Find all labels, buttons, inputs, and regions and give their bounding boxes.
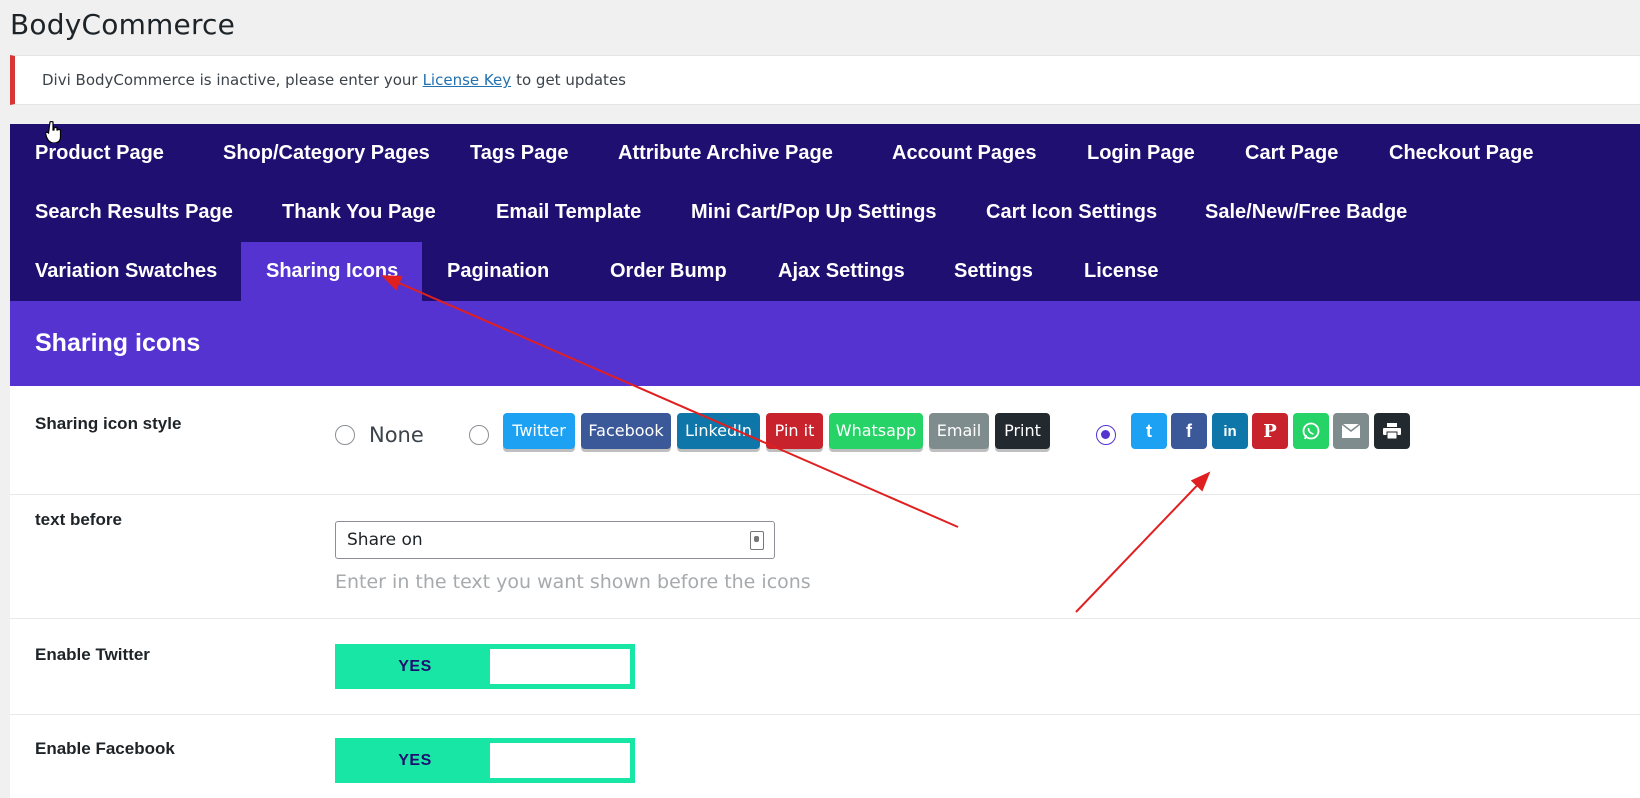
tab-cart-page[interactable]: Cart Page xyxy=(1220,124,1363,183)
style-none-radio[interactable] xyxy=(335,425,355,445)
tab-order-bump[interactable]: Order Bump xyxy=(585,242,752,301)
tab-tags-page[interactable]: Tags Page xyxy=(445,124,594,183)
email-text-button: Email xyxy=(929,413,989,449)
email-icon xyxy=(1333,413,1369,449)
pinterest-text-button: Pin it xyxy=(766,413,823,449)
tab-sharing-icons[interactable]: Sharing Icons xyxy=(241,242,422,301)
page-title: BodyCommerce xyxy=(10,8,236,41)
tab-attribute-archive-page[interactable]: Attribute Archive Page xyxy=(593,124,858,183)
tab-search-results-page[interactable]: Search Results Page xyxy=(10,183,258,242)
enable-twitter-toggle[interactable]: YES xyxy=(335,644,635,689)
tab-account-pages[interactable]: Account Pages xyxy=(867,124,1061,183)
tab-shop-category-pages[interactable]: Shop/Category Pages xyxy=(198,124,455,183)
style-none-label: None xyxy=(369,423,424,447)
enable-facebook-toggle[interactable]: YES xyxy=(335,738,635,783)
whatsapp-icon xyxy=(1293,413,1329,449)
tab-email-template[interactable]: Email Template xyxy=(471,183,666,242)
tab-thank-you-page[interactable]: Thank You Page xyxy=(257,183,461,242)
twitter-text-button: Twitter xyxy=(503,413,575,449)
print-text-button: Print xyxy=(995,413,1050,449)
settings-tabs: Product Page Shop/Category Pages Tags Pa… xyxy=(10,124,1640,301)
text-before-row: text before xyxy=(10,495,1640,619)
tumblr-icon: t xyxy=(1131,413,1167,449)
linkedin-text-button: LinkedIn xyxy=(677,413,760,449)
settings-panel: Sharing icon style None Twitter Facebook… xyxy=(10,386,1640,798)
enable-facebook-row: Enable Facebook xyxy=(10,715,1640,798)
whatsapp-text-button: Whatsapp xyxy=(829,413,923,449)
tab-pagination[interactable]: Pagination xyxy=(422,242,574,301)
sharing-style-label: Sharing icon style xyxy=(35,414,182,433)
enable-facebook-label: Enable Facebook xyxy=(35,739,175,758)
hand-cursor-icon xyxy=(45,121,61,143)
text-before-label: text before xyxy=(35,510,122,529)
autofill-icon[interactable] xyxy=(750,531,764,550)
tab-sale-new-free-badge[interactable]: Sale/New/Free Badge xyxy=(1180,183,1432,242)
tab-license[interactable]: License xyxy=(1059,242,1183,301)
tab-settings[interactable]: Settings xyxy=(929,242,1058,301)
notice-text: Divi BodyCommerce is inactive, please en… xyxy=(42,71,418,89)
tab-mini-cart-popup-settings[interactable]: Mini Cart/Pop Up Settings xyxy=(666,183,962,242)
enable-twitter-label: Enable Twitter xyxy=(35,645,150,664)
print-icon xyxy=(1374,413,1410,449)
facebook-icon: f xyxy=(1171,413,1207,449)
text-before-help: Enter in the text you want shown before … xyxy=(335,571,811,593)
linkedin-icon: in xyxy=(1212,413,1248,449)
style-text-buttons-radio[interactable] xyxy=(469,425,489,445)
tab-checkout-page[interactable]: Checkout Page xyxy=(1364,124,1558,183)
toggle-yes-label: YES xyxy=(340,649,490,684)
style-icon-buttons-radio[interactable] xyxy=(1096,425,1116,445)
notice-text-after: to get updates xyxy=(516,71,626,89)
tab-login-page[interactable]: Login Page xyxy=(1062,124,1220,183)
license-key-link[interactable]: License Key xyxy=(423,71,512,89)
enable-twitter-row: Enable Twitter xyxy=(10,619,1640,715)
sharing-style-row: Sharing icon style None Twitter Facebook… xyxy=(10,386,1640,495)
tab-variation-swatches[interactable]: Variation Swatches xyxy=(10,242,242,301)
tab-cart-icon-settings[interactable]: Cart Icon Settings xyxy=(961,183,1182,242)
toggle-yes-label: YES xyxy=(340,743,490,778)
tab-product-page[interactable]: Product Page xyxy=(10,124,189,183)
tab-ajax-settings[interactable]: Ajax Settings xyxy=(753,242,930,301)
facebook-text-button: Facebook xyxy=(581,413,671,449)
text-before-input[interactable]: Share on xyxy=(335,521,775,559)
text-before-value: Share on xyxy=(347,530,423,550)
license-notice: Divi BodyCommerce is inactive, please en… xyxy=(10,55,1640,105)
section-title: Sharing icons xyxy=(10,301,1640,386)
pinterest-icon: P xyxy=(1252,413,1288,449)
